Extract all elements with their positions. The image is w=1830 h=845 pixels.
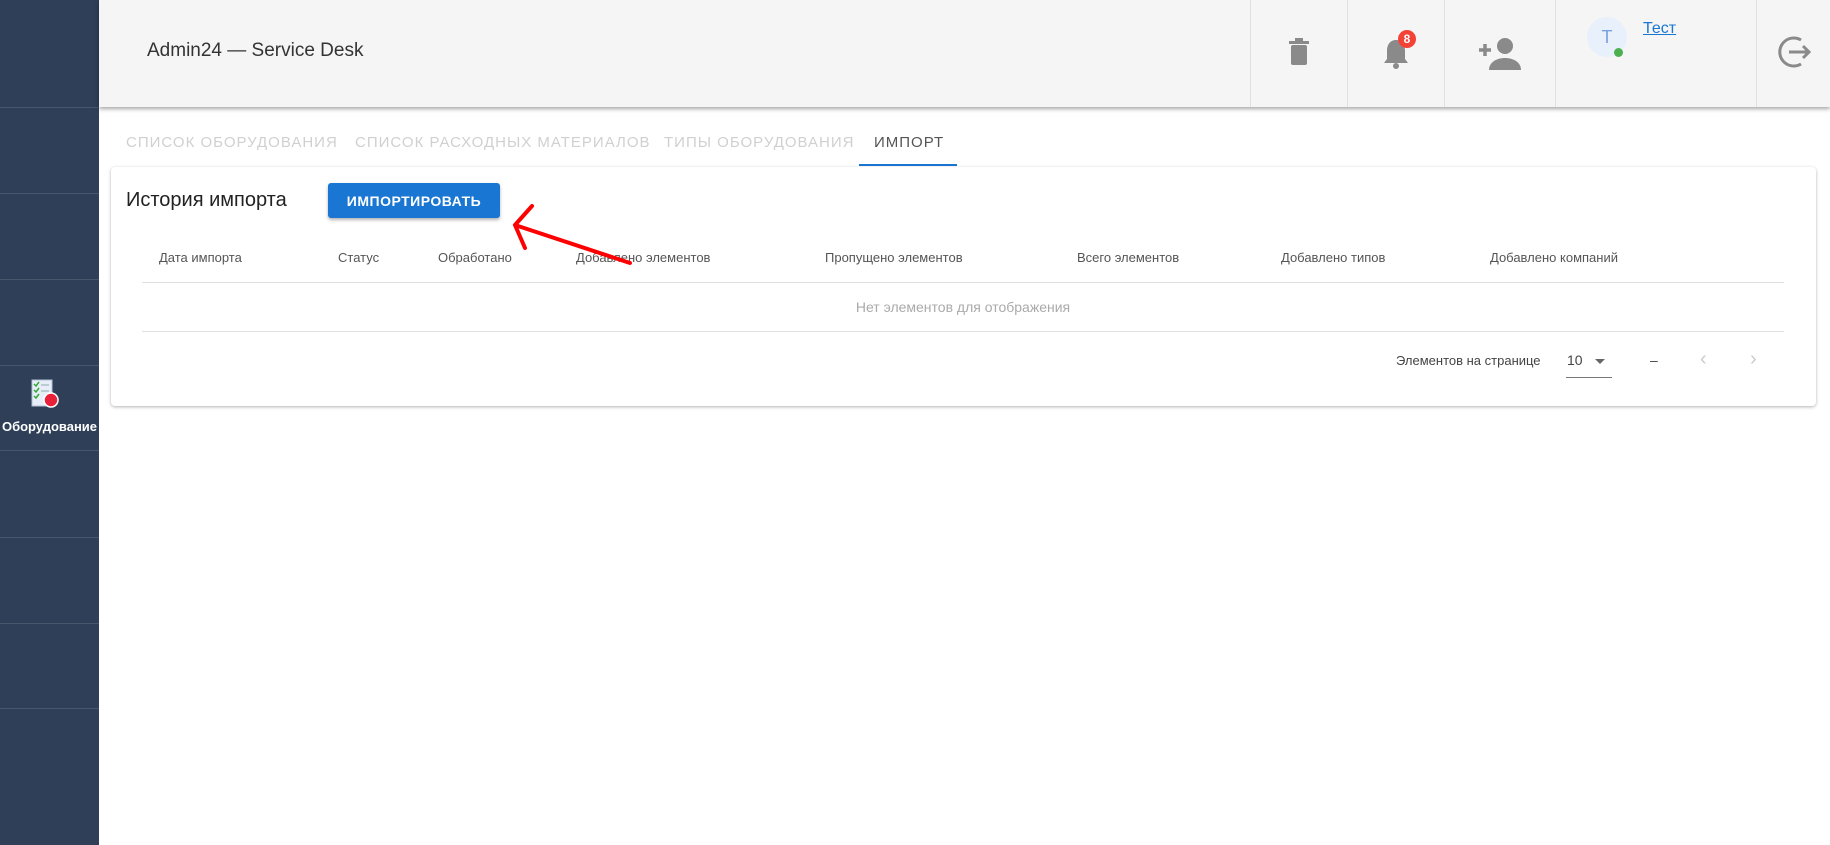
chevron-down-icon — [1595, 359, 1605, 364]
page-range: – — [1650, 352, 1658, 368]
divider — [0, 537, 99, 538]
column-header[interactable]: Добавлено элементов — [576, 250, 710, 265]
notifications-button[interactable]: 8 — [1348, 0, 1444, 107]
app-title: Admin24 — Service Desk — [147, 40, 364, 61]
notification-badge: 8 — [1398, 30, 1416, 48]
annotation-arrow — [513, 204, 632, 265]
divider — [0, 708, 99, 709]
chevron-right-icon: › — [1750, 348, 1757, 370]
divider — [0, 107, 99, 108]
trash-button[interactable] — [1251, 0, 1347, 107]
prev-page-button[interactable]: ‹ — [1700, 348, 1707, 371]
page-size-select[interactable]: 10 — [1566, 346, 1612, 378]
card-title: История импорта — [126, 189, 287, 211]
chevron-left-icon: ‹ — [1700, 348, 1707, 370]
divider — [142, 331, 1784, 332]
trash-icon — [1289, 38, 1309, 65]
page-size-label: Элементов на странице — [1396, 353, 1541, 368]
logout-icon — [1778, 36, 1811, 68]
import-button[interactable]: ИМПОРТИРОВАТЬ — [328, 183, 500, 218]
top-header: Admin24 — Service Desk 8 T Тест — [99, 0, 1830, 107]
sidebar-item-equipment[interactable]: Оборудование — [0, 366, 99, 450]
sidebar-item-label: Оборудование — [1, 419, 98, 434]
divider — [142, 282, 1784, 283]
tab-import[interactable]: Импорт — [874, 134, 944, 151]
tab-equipment-types[interactable]: Типы оборудования — [664, 134, 855, 151]
divider — [0, 279, 99, 280]
tab-equipment-list[interactable]: Список оборудования — [126, 134, 338, 151]
sidebar: Оборудование — [0, 0, 99, 845]
column-header[interactable]: Добавлено компаний — [1490, 250, 1618, 265]
equipment-icon — [31, 379, 59, 408]
divider — [0, 450, 99, 451]
active-tab-indicator — [859, 164, 957, 166]
add-user-button[interactable] — [1445, 0, 1555, 107]
next-page-button[interactable]: › — [1750, 348, 1757, 371]
column-header[interactable]: Статус — [338, 250, 379, 265]
column-header[interactable]: Обработано — [438, 250, 512, 265]
tab-consumables-list[interactable]: Список расходных материалов — [355, 134, 651, 151]
column-header[interactable]: Пропущено элементов — [825, 250, 963, 265]
add-person-icon — [1479, 38, 1521, 70]
online-status-dot — [1614, 48, 1623, 57]
column-header[interactable]: Всего элементов — [1077, 250, 1179, 265]
column-header[interactable]: Дата импорта — [159, 250, 242, 265]
user-name-link[interactable]: Тест — [1643, 20, 1676, 38]
divider — [0, 193, 99, 194]
empty-table-message: Нет элементов для отображения — [855, 299, 1071, 315]
column-header[interactable]: Добавлено типов — [1281, 250, 1385, 265]
divider — [0, 623, 99, 624]
page-size-value: 10 — [1567, 352, 1583, 368]
logout-button[interactable] — [1757, 0, 1830, 107]
